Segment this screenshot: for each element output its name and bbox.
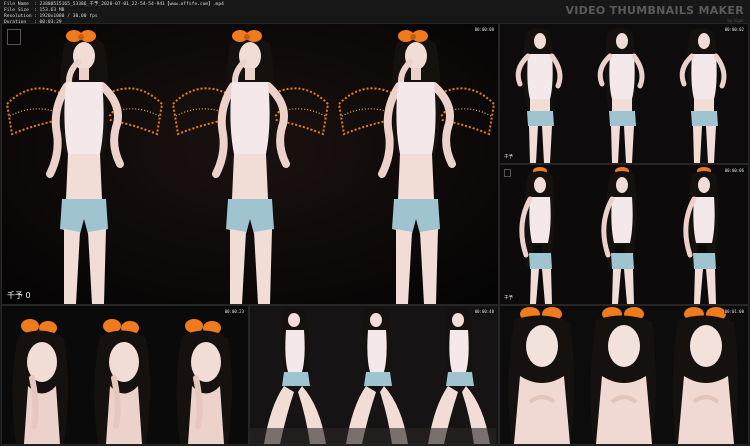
thumbnail-5[interactable]: 00:00:40 [250, 306, 498, 444]
thumbnail-3-image [500, 165, 748, 304]
file-metadata: File Name: 23880515165_53386_千予_2020-07-… [4, 2, 224, 26]
watermark: 千予 [504, 296, 513, 301]
timestamp: 00:00:08 [473, 27, 495, 32]
watermark: 千予 0 [7, 291, 31, 300]
thumbnail-5-image [250, 306, 498, 444]
thumbnail-1[interactable]: 00:00:08 千予 0 [2, 24, 498, 304]
thumbnail-6[interactable]: 00:01:00 [500, 306, 748, 444]
brand-title: VIDEO THUMBNAILS MAKER [565, 4, 744, 17]
brand-logo: VIDEO THUMBNAILS MAKER by Vigor [565, 4, 744, 23]
logo-icon [504, 169, 511, 177]
timestamp: 00:00:06 [723, 168, 745, 173]
thumbnail-4[interactable]: 00:00:23 [2, 306, 248, 444]
timestamp: 00:00:02 [723, 27, 745, 32]
thumbnail-2-image [500, 24, 748, 163]
timestamp: 00:00:23 [223, 309, 245, 314]
file-name-value: : 23880515165_53386_千予_2020-07-01_22-54-… [34, 2, 224, 7]
thumbnail-1-image [2, 24, 498, 304]
timestamp: 00:01:00 [723, 309, 745, 314]
thumbnail-6-image [500, 306, 748, 444]
thumbnail-3[interactable]: 00:00:06 千予 [500, 165, 748, 304]
thumbnail-2[interactable]: 00:00:02 千予 [500, 24, 748, 163]
file-size-value: : 153.63 MB [34, 8, 65, 13]
resolution-value: : 1920x1080 / 30.00 fps [34, 14, 98, 19]
thumbnail-4-image [2, 306, 248, 444]
logo-icon [7, 29, 21, 45]
watermark: 千予 [504, 155, 513, 160]
timestamp: 00:00:40 [473, 309, 495, 314]
brand-subtitle: by Vigor [727, 18, 744, 23]
